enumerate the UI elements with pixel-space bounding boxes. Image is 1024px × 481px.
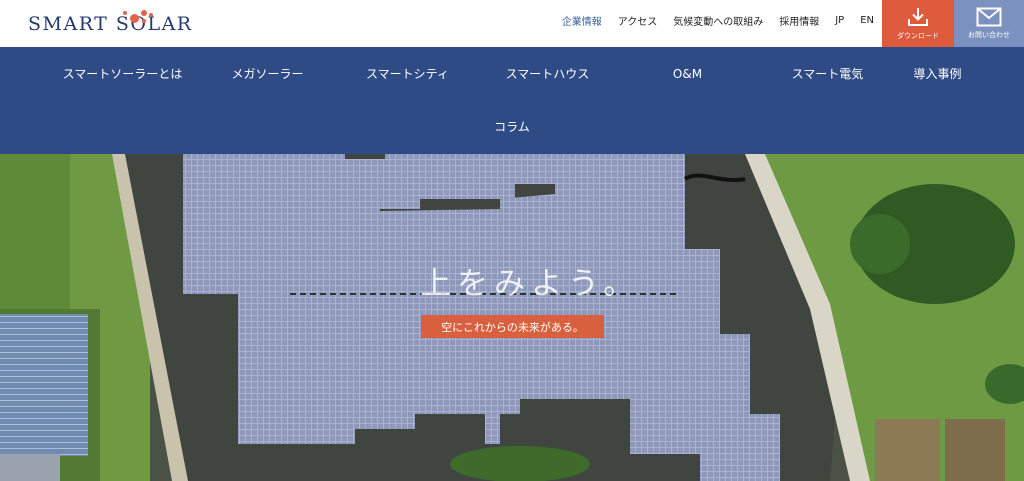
- contact-button-label: お問い合わせ: [968, 31, 1010, 39]
- logo-wordmark: SMART SOLAR: [28, 13, 193, 35]
- utility-nav: 企業情報 アクセス 気候変動への取組み 採用情報 JP EN: [562, 0, 874, 40]
- hero-tagline: 空にこれからの未来がある。: [421, 315, 604, 338]
- util-link-recruit[interactable]: 採用情報: [779, 13, 819, 28]
- main-nav: スマートソーラーとは メガソーラー スマートシティ スマートハウス O&M スマ…: [0, 47, 1024, 154]
- site-logo[interactable]: SMART SOLAR: [28, 8, 193, 40]
- nav-item-smart-electricity[interactable]: スマート電気: [775, 47, 880, 100]
- mail-icon: [976, 7, 1002, 27]
- download-icon: [908, 8, 928, 26]
- util-link-company[interactable]: 企業情報: [562, 13, 602, 28]
- hero-headline: 上をみよう。: [420, 266, 641, 302]
- util-link-lang-jp[interactable]: JP: [835, 15, 844, 26]
- download-button[interactable]: ダウンロード: [882, 0, 954, 47]
- nav-item-about-smart-solar[interactable]: スマートソーラーとは: [55, 47, 190, 100]
- main-nav-row: スマートソーラーとは メガソーラー スマートシティ スマートハウス O&M スマ…: [0, 47, 1024, 100]
- nav-item-case-studies[interactable]: 導入事例: [900, 47, 975, 100]
- util-link-climate[interactable]: 気候変動への取組み: [673, 13, 763, 28]
- hero-section: 上をみよう。 空にこれからの未来がある。: [0, 154, 1024, 481]
- nav-item-o-and-m[interactable]: O&M: [655, 47, 720, 100]
- main-nav-row: コラム: [0, 100, 1024, 153]
- logo-sun-dots-icon: [116, 9, 158, 27]
- util-link-lang-en[interactable]: EN: [860, 15, 874, 26]
- contact-button[interactable]: お問い合わせ: [954, 0, 1024, 47]
- site-header: SMART SOLAR 企業情報 アクセス 気候変動への取組み 採用情報 JP …: [0, 0, 1024, 47]
- util-link-access[interactable]: アクセス: [618, 13, 658, 28]
- nav-item-smart-city[interactable]: スマートシティ: [350, 47, 465, 100]
- nav-item-smart-house[interactable]: スマートハウス: [490, 47, 605, 100]
- nav-item-column[interactable]: コラム: [472, 100, 552, 153]
- download-button-label: ダウンロード: [897, 32, 939, 40]
- nav-item-mega-solar[interactable]: メガソーラー: [215, 47, 320, 100]
